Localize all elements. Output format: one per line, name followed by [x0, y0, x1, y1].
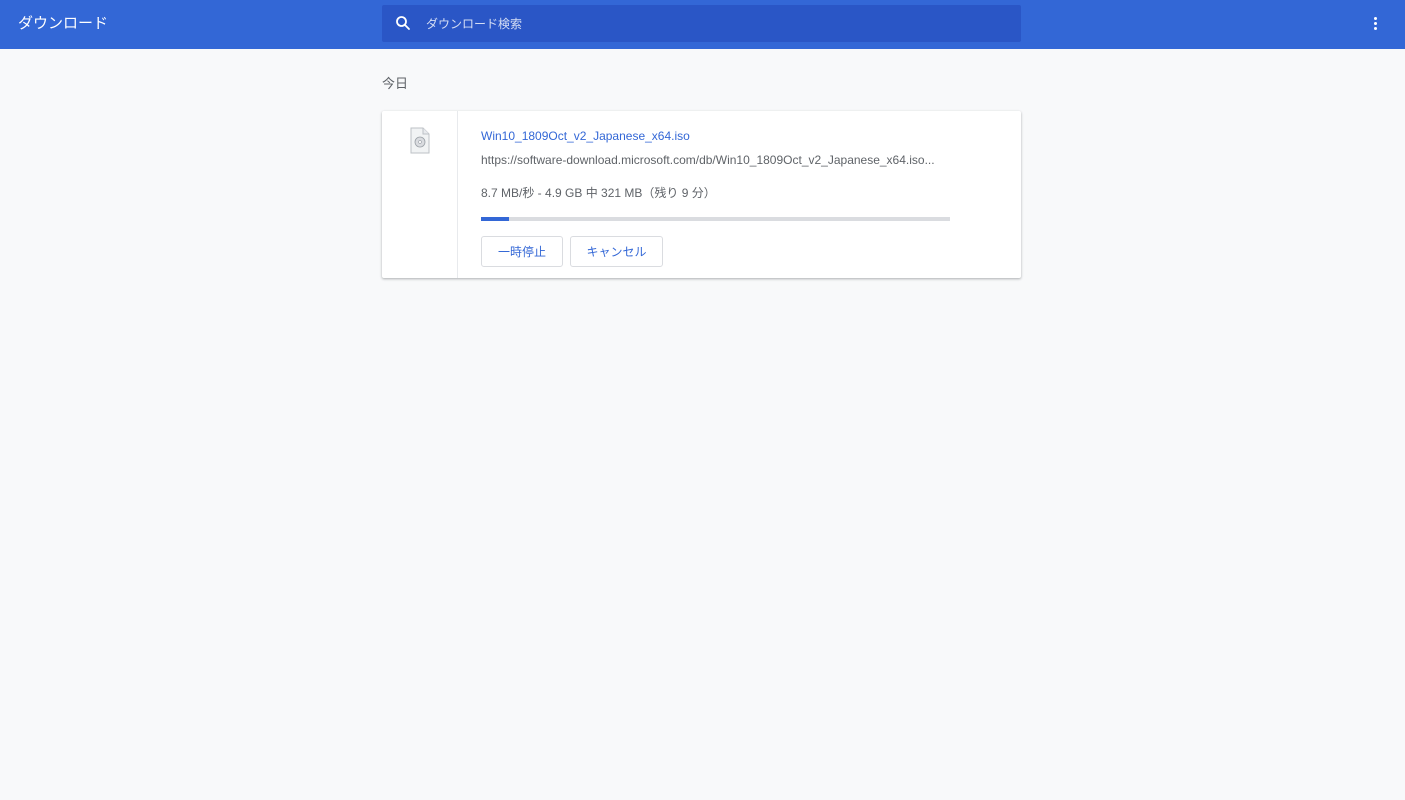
search-icon	[395, 15, 411, 31]
menu-dot	[1374, 22, 1377, 25]
file-url[interactable]: https://software-download.microsoft.com/…	[481, 152, 951, 168]
download-status: 8.7 MB/秒 - 4.9 GB 中 321 MB（残り 9 分）	[481, 186, 716, 200]
search-box[interactable]	[382, 5, 1021, 42]
search-input[interactable]	[426, 5, 1006, 42]
menu-dot	[1374, 27, 1377, 30]
cancel-button[interactable]: キャンセル	[570, 236, 663, 267]
menu-dot	[1374, 17, 1377, 20]
progress-bar	[481, 217, 950, 221]
file-name-link[interactable]: Win10_1809Oct_v2_Japanese_x64.iso	[481, 128, 690, 144]
file-icon	[410, 127, 430, 154]
toolbar: ダウンロード	[0, 0, 1405, 49]
icon-column	[382, 111, 458, 278]
progress-fill	[481, 217, 510, 221]
more-vert-icon[interactable]	[1364, 12, 1388, 36]
page-title: ダウンロード	[18, 14, 109, 32]
download-card: Win10_1809Oct_v2_Japanese_x64.iso https:…	[382, 111, 1021, 278]
section-title: 今日	[382, 77, 409, 92]
pause-button[interactable]: 一時停止	[481, 236, 563, 267]
